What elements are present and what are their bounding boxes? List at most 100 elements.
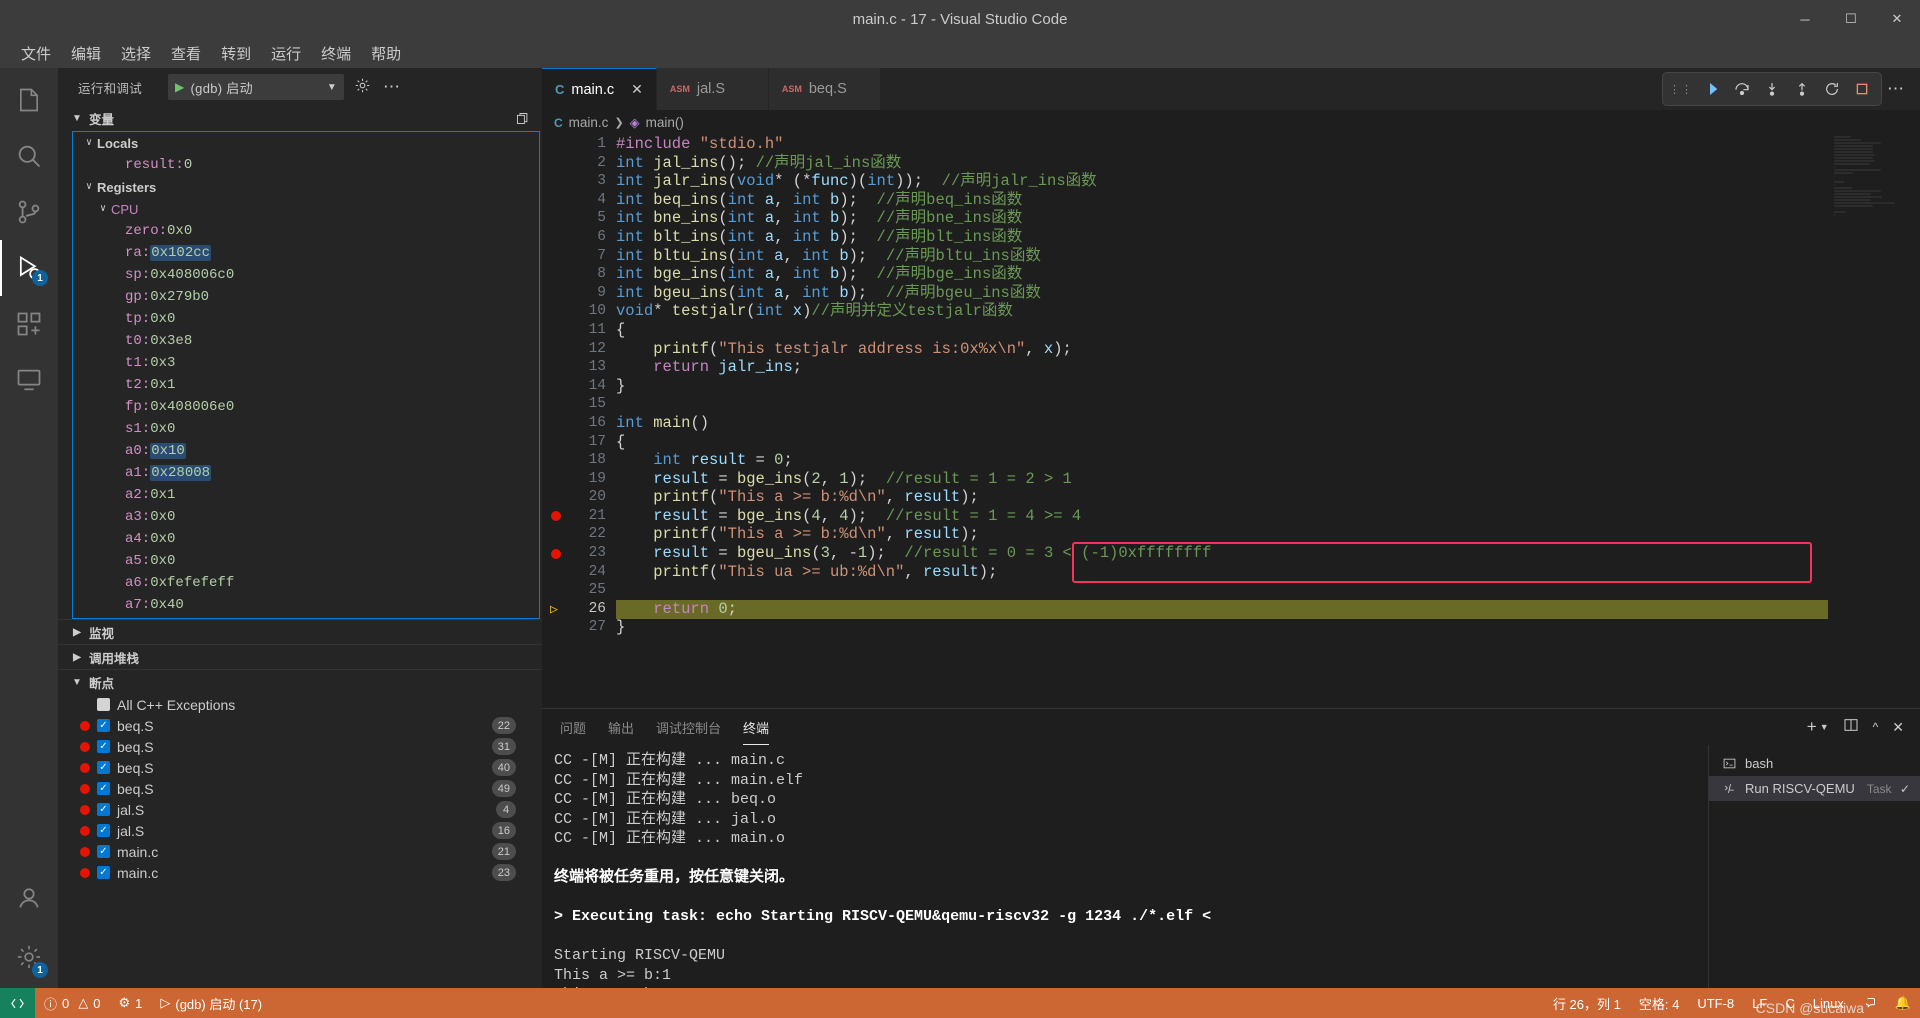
breakpoint-row[interactable]: ✓beq.S49 <box>58 778 542 799</box>
glyph-margin-cell[interactable] <box>542 581 572 600</box>
code-line[interactable]: int jalr_ins(void* (*func)(int)); //声明ja… <box>616 172 1920 191</box>
variable-value[interactable]: 0x3e8 <box>150 333 192 349</box>
variable-value[interactable]: 0x0 <box>150 421 175 437</box>
variable-register-row[interactable]: a1: 0x28008 <box>73 462 539 484</box>
breakpoint-row[interactable]: ✓main.c21 <box>58 841 542 862</box>
callstack-section-header[interactable]: ▶ 调用堆栈 <box>58 644 542 669</box>
variable-value[interactable]: 0x1 <box>150 487 175 503</box>
editor-tab-jal-S[interactable]: ASMjal.S <box>657 68 769 110</box>
code-line[interactable]: int jal_ins(); //声明jal_ins函数 <box>616 154 1920 173</box>
close-panel-icon[interactable]: ✕ <box>1892 719 1904 736</box>
glyph-margin-cell[interactable] <box>542 433 572 452</box>
variable-value[interactable]: 0 <box>184 157 192 173</box>
code-line[interactable]: int result = 0; <box>616 451 1920 470</box>
variable-register-row[interactable]: zero: 0x0 <box>73 220 539 242</box>
maximize-panel-icon[interactable]: ^ <box>1873 720 1879 734</box>
glyph-margin-cell[interactable] <box>542 618 572 637</box>
variable-value[interactable]: 0x28008 <box>150 465 211 481</box>
variable-value[interactable]: 0x408006c0 <box>150 267 234 283</box>
code-line[interactable]: void* testjalr(int x)//声明并定义testjalr函数 <box>616 302 1920 321</box>
code-line[interactable]: result = bgeu_ins(3, -1); //result = 0 =… <box>616 544 1920 563</box>
glyph-margin-cell[interactable] <box>542 228 572 247</box>
tab-debug-console[interactable]: 调试控制台 <box>656 709 721 745</box>
variable-value[interactable]: 0x0 <box>150 553 175 569</box>
glyph-margin-cell[interactable] <box>542 563 572 582</box>
breakpoint-row[interactable]: ✓jal.S16 <box>58 820 542 841</box>
variable-register-row[interactable]: sp: 0x408006c0 <box>73 264 539 286</box>
breadcrumb-file[interactable]: main.c <box>569 115 609 130</box>
terminal-tab-item[interactable]: bash <box>1709 751 1920 776</box>
breakpoint-checkbox[interactable]: ✓ <box>97 845 110 858</box>
close-button[interactable]: ✕ <box>1874 0 1920 38</box>
variable-register-row[interactable]: gp: 0x279b0 <box>73 286 539 308</box>
accounts-icon[interactable] <box>0 870 58 926</box>
glyph-margin-cell[interactable] <box>542 154 572 173</box>
glyph-margin-cell[interactable] <box>542 209 572 228</box>
code-editor[interactable]: ▷ 12345678910111213141516171819202122232… <box>542 135 1920 708</box>
breakpoint-checkbox[interactable]: ✓ <box>97 803 110 816</box>
glyph-margin-cell[interactable] <box>542 377 572 396</box>
breakpoint-checkbox[interactable]: ✓ <box>97 866 110 879</box>
breakpoint-checkbox[interactable]: ✓ <box>97 824 110 837</box>
gear-icon[interactable] <box>354 77 371 97</box>
watch-section-header[interactable]: ▶ 监视 <box>58 619 542 644</box>
code-line[interactable]: #include "stdio.h" <box>616 135 1920 154</box>
code-line[interactable]: } <box>616 618 1920 637</box>
breakpoint-row[interactable]: ✓beq.S22 <box>58 715 542 736</box>
breakpoint-checkbox[interactable] <box>97 698 110 711</box>
code-line[interactable]: result = bge_ins(4, 4); //result = 1 = 4… <box>616 507 1920 526</box>
glyph-margin-cell[interactable] <box>542 414 572 433</box>
cursor-position-status[interactable]: 行 26，列 1 <box>1544 988 1630 1018</box>
variable-scope-row[interactable]: ∨Registers <box>73 176 539 198</box>
code-line[interactable]: printf("This testjalr address is:0x%x\n"… <box>616 340 1920 359</box>
glyph-margin[interactable]: ▷ <box>542 135 572 708</box>
breakpoint-checkbox[interactable]: ✓ <box>97 782 110 795</box>
menu-edit[interactable]: 编辑 <box>62 40 110 67</box>
glyph-margin-cell[interactable] <box>542 525 572 544</box>
breakpoint-checkbox[interactable]: ✓ <box>97 761 110 774</box>
code-line[interactable]: result = bge_ins(2, 1); //result = 1 = 2… <box>616 470 1920 489</box>
code-content[interactable]: #include "stdio.h"int jal_ins(); //声明jal… <box>616 135 1920 708</box>
code-line[interactable]: return jalr_ins; <box>616 358 1920 377</box>
continue-button[interactable] <box>1699 76 1725 102</box>
breakpoint-row[interactable]: All C++ Exceptions <box>58 694 542 715</box>
search-icon[interactable] <box>0 128 58 184</box>
variable-value[interactable]: 0x279b0 <box>150 289 209 305</box>
maximize-button[interactable]: ☐ <box>1828 0 1874 38</box>
breakpoint-checkbox[interactable]: ✓ <box>97 719 110 732</box>
code-line[interactable]: printf("This a >= b:%d\n", result); <box>616 525 1920 544</box>
glyph-margin-cell[interactable] <box>542 135 572 154</box>
editor-tab-main-c[interactable]: Cmain.c✕ <box>542 68 657 110</box>
variable-register-row[interactable]: s1: 0x0 <box>73 418 539 440</box>
code-line[interactable]: int bge_ins(int a, int b); //声明bge_ins函数 <box>616 265 1920 284</box>
terminal-output[interactable]: CC -[M] 正在构建 ... main.cCC -[M] 正在构建 ... … <box>542 745 1708 988</box>
variable-register-row[interactable]: ra: 0x102cc <box>73 242 539 264</box>
menu-selection[interactable]: 选择 <box>112 40 160 67</box>
variable-register-row[interactable]: a2: 0x1 <box>73 484 539 506</box>
glyph-margin-cell[interactable] <box>542 488 572 507</box>
variable-value[interactable]: 0xfefefeff <box>150 575 234 591</box>
debug-toolbar[interactable]: ⋮⋮ <box>1662 72 1882 106</box>
minimize-button[interactable]: ─ <box>1782 0 1828 38</box>
glyph-margin-cell[interactable] <box>542 191 572 210</box>
breakpoint-row[interactable]: ✓jal.S4 <box>58 799 542 820</box>
glyph-margin-cell[interactable] <box>542 544 572 563</box>
code-line[interactable]: { <box>616 433 1920 452</box>
split-terminal-icon[interactable] <box>1843 717 1859 738</box>
variable-value[interactable]: 0x40 <box>150 597 184 613</box>
variable-scope-row[interactable]: ∨Locals <box>73 132 539 154</box>
code-line[interactable] <box>616 581 1920 600</box>
glyph-margin-cell[interactable] <box>542 470 572 489</box>
variable-value[interactable]: 0x10 <box>150 443 186 459</box>
glyph-margin-cell[interactable] <box>542 321 572 340</box>
variable-scope-row[interactable]: ∨CPU <box>73 198 539 220</box>
variable-value[interactable]: 0x102cc <box>150 245 211 261</box>
code-line[interactable]: printf("This a >= b:%d\n", result); <box>616 488 1920 507</box>
glyph-margin-cell[interactable] <box>542 340 572 359</box>
terminal-tab-list[interactable]: bashRun RISCV-QEMUTask✓ <box>1708 745 1920 988</box>
variable-register-row[interactable]: a6: 0xfefefeff <box>73 572 539 594</box>
code-line[interactable]: int main() <box>616 414 1920 433</box>
new-terminal-icon[interactable]: +▼ <box>1807 721 1829 733</box>
code-line[interactable]: int bne_ins(int a, int b); //声明bne_ins函数 <box>616 209 1920 228</box>
extensions-icon[interactable] <box>0 296 58 352</box>
